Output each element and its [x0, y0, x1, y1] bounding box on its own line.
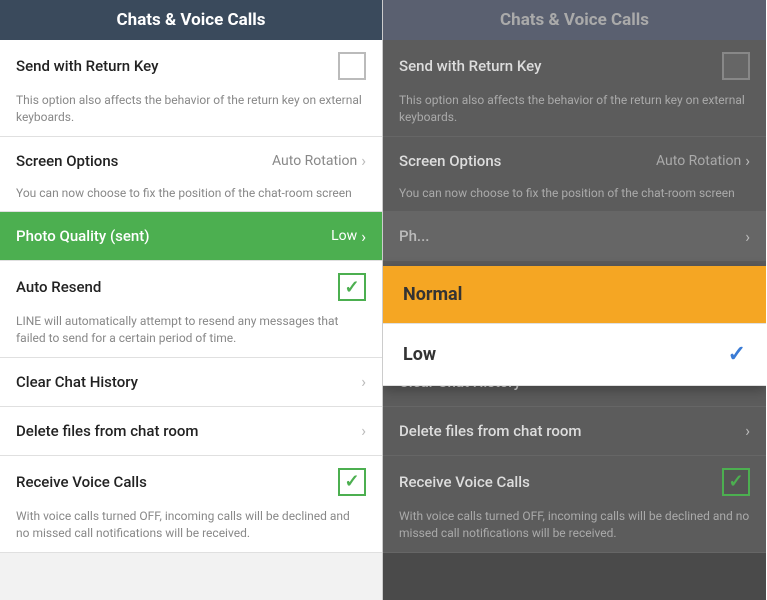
- left-photo-quality-chevron-icon: ›: [361, 227, 366, 246]
- left-receive-voice-calls-row[interactable]: Receive Voice Calls ✓: [0, 456, 382, 508]
- left-clear-chat-item: Clear Chat History ›: [0, 358, 382, 407]
- dropdown-low-checkmark-icon: ✓: [728, 342, 746, 367]
- left-send-return-key-row[interactable]: Send with Return Key: [0, 40, 382, 92]
- right-send-return-key-item: Send with Return Key This option also af…: [383, 40, 766, 137]
- left-receive-voice-calls-label: Receive Voice Calls: [16, 473, 147, 491]
- left-clear-chat-row[interactable]: Clear Chat History ›: [0, 358, 382, 406]
- left-delete-files-item: Delete files from chat room ›: [0, 407, 382, 456]
- right-settings-list: Send with Return Key This option also af…: [383, 40, 766, 600]
- right-panel: Chats & Voice Calls Send with Return Key…: [383, 0, 766, 600]
- left-send-return-key-label: Send with Return Key: [16, 57, 158, 75]
- left-auto-resend-item: Auto Resend ✓ LINE will automatically at…: [0, 261, 382, 358]
- right-photo-quality-chevron-icon: ›: [745, 227, 750, 246]
- left-screen-options-item: Screen Options Auto Rotation › You can n…: [0, 137, 382, 213]
- left-clear-chat-label: Clear Chat History: [16, 373, 138, 391]
- left-panel: Chats & Voice Calls Send with Return Key…: [0, 0, 383, 600]
- left-settings-list: Send with Return Key This option also af…: [0, 40, 382, 600]
- left-screen-options-desc: You can now choose to fix the position o…: [0, 185, 382, 212]
- left-screen-options-chevron-icon: ›: [361, 151, 366, 170]
- right-screen-options-label: Screen Options: [399, 152, 501, 170]
- right-screen-options-value: Auto Rotation ›: [656, 151, 750, 170]
- right-screen-options-desc: You can now choose to fix the position o…: [383, 185, 766, 212]
- left-receive-voice-calls-checkbox[interactable]: ✓: [338, 468, 366, 496]
- left-send-return-key-desc: This option also affects the behavior of…: [0, 92, 382, 136]
- left-receive-voice-calls-desc: With voice calls turned OFF, incoming ca…: [0, 508, 382, 552]
- dropdown-normal-option[interactable]: Normal: [383, 266, 766, 324]
- left-send-return-key-item: Send with Return Key This option also af…: [0, 40, 382, 137]
- left-clear-chat-chevron-icon: ›: [361, 372, 366, 391]
- left-auto-resend-label: Auto Resend: [16, 278, 101, 296]
- left-auto-resend-row[interactable]: Auto Resend ✓: [0, 261, 382, 313]
- right-send-return-key-row[interactable]: Send with Return Key: [383, 40, 766, 92]
- dropdown-normal-label: Normal: [403, 284, 462, 305]
- left-photo-quality-row[interactable]: Photo Quality (sent) Low ›: [0, 212, 382, 260]
- dropdown-low-label: Low: [403, 344, 436, 365]
- left-delete-files-chevron-icon: ›: [361, 421, 366, 440]
- right-screen-options-chevron-icon: ›: [745, 151, 750, 170]
- photo-quality-dropdown[interactable]: Normal Low ✓: [383, 266, 766, 386]
- left-photo-quality-label: Photo Quality (sent): [16, 227, 150, 245]
- left-delete-files-label: Delete files from chat room: [16, 422, 198, 440]
- right-send-return-key-label: Send with Return Key: [399, 57, 541, 75]
- left-auto-resend-checkmark-icon: ✓: [344, 277, 359, 298]
- right-receive-voice-calls-checkmark-icon: ✓: [728, 471, 743, 492]
- right-delete-files-row[interactable]: Delete files from chat room ›: [383, 407, 766, 455]
- left-send-return-key-checkbox[interactable]: [338, 52, 366, 80]
- right-receive-voice-calls-label: Receive Voice Calls: [399, 473, 530, 491]
- left-screen-options-label: Screen Options: [16, 152, 118, 170]
- right-screen-options-row[interactable]: Screen Options Auto Rotation ›: [383, 137, 766, 185]
- left-panel-header: Chats & Voice Calls: [0, 0, 382, 40]
- right-send-return-key-desc: This option also affects the behavior of…: [383, 92, 766, 136]
- right-photo-quality-label: Ph...: [399, 227, 429, 245]
- left-photo-quality-item: Photo Quality (sent) Low ›: [0, 212, 382, 261]
- right-photo-quality-value: ›: [741, 227, 750, 246]
- left-photo-quality-value: Low ›: [331, 227, 366, 246]
- right-screen-options-item: Screen Options Auto Rotation › You can n…: [383, 137, 766, 213]
- right-panel-header: Chats & Voice Calls: [383, 0, 766, 40]
- left-delete-files-row[interactable]: Delete files from chat room ›: [0, 407, 382, 455]
- dropdown-low-option[interactable]: Low ✓: [383, 324, 766, 386]
- left-auto-resend-checkbox[interactable]: ✓: [338, 273, 366, 301]
- left-auto-resend-desc: LINE will automatically attempt to resen…: [0, 313, 382, 357]
- left-screen-options-row[interactable]: Screen Options Auto Rotation ›: [0, 137, 382, 185]
- right-receive-voice-calls-desc: With voice calls turned OFF, incoming ca…: [383, 508, 766, 552]
- right-receive-voice-calls-checkbox[interactable]: ✓: [722, 468, 750, 496]
- right-receive-voice-calls-row[interactable]: Receive Voice Calls ✓: [383, 456, 766, 508]
- left-screen-options-value-text: Auto Rotation: [272, 153, 357, 169]
- left-receive-voice-calls-item: Receive Voice Calls ✓ With voice calls t…: [0, 456, 382, 553]
- right-delete-files-label: Delete files from chat room: [399, 422, 581, 440]
- right-delete-files-item: Delete files from chat room ›: [383, 407, 766, 456]
- right-screen-options-value-text: Auto Rotation: [656, 153, 741, 169]
- left-receive-voice-calls-checkmark-icon: ✓: [344, 471, 359, 492]
- right-receive-voice-calls-item: Receive Voice Calls ✓ With voice calls t…: [383, 456, 766, 553]
- right-photo-quality-item: Ph... ›: [383, 212, 766, 261]
- left-photo-quality-value-text: Low: [331, 228, 357, 244]
- left-screen-options-value: Auto Rotation ›: [272, 151, 366, 170]
- right-photo-quality-row[interactable]: Ph... ›: [383, 212, 766, 260]
- right-send-return-key-checkbox[interactable]: [722, 52, 750, 80]
- right-delete-files-chevron-icon: ›: [745, 421, 750, 440]
